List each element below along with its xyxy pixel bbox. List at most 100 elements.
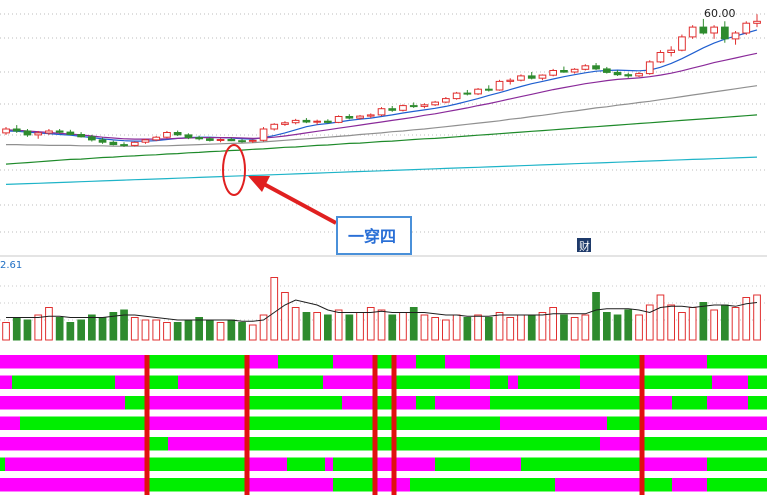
volume-bar bbox=[173, 322, 182, 341]
volume-bar bbox=[152, 319, 161, 341]
candle-body bbox=[656, 52, 665, 63]
price-level-label: 60.00 bbox=[704, 7, 736, 20]
candle-body bbox=[592, 65, 600, 70]
volume-bar bbox=[656, 294, 665, 341]
strip-segment bbox=[0, 396, 125, 410]
strip-segment bbox=[0, 457, 5, 471]
candle-body bbox=[45, 130, 53, 134]
strip-segment bbox=[435, 396, 490, 410]
candle-body bbox=[667, 49, 675, 54]
strip-segment bbox=[416, 355, 445, 369]
candle-body bbox=[88, 136, 96, 141]
strip-segment bbox=[0, 355, 145, 369]
strip-segment bbox=[325, 457, 333, 471]
candle-body bbox=[173, 132, 182, 136]
candle-body bbox=[495, 80, 504, 91]
signal-divider bbox=[391, 355, 397, 495]
strip-segment bbox=[470, 457, 521, 471]
signal-divider bbox=[372, 355, 378, 495]
strip-segment bbox=[672, 478, 707, 492]
strip-segment bbox=[249, 457, 287, 471]
volume-bar bbox=[710, 309, 718, 341]
candle-body bbox=[560, 70, 568, 73]
volume-bar bbox=[77, 319, 86, 341]
candle-body bbox=[409, 105, 418, 108]
candle-body bbox=[302, 119, 311, 123]
volume-bar bbox=[603, 312, 611, 341]
volume-bar bbox=[527, 314, 536, 341]
strip-segment bbox=[125, 396, 145, 410]
strip-segment bbox=[377, 375, 392, 389]
volume-bar bbox=[23, 319, 32, 341]
strip-segment bbox=[0, 437, 145, 451]
volume-bar bbox=[281, 292, 289, 341]
candle-body bbox=[66, 131, 75, 135]
candle-body bbox=[356, 115, 364, 119]
strip-segment bbox=[644, 396, 672, 410]
volume-bar bbox=[506, 317, 515, 341]
volume-bar bbox=[291, 307, 300, 341]
strip-segment bbox=[435, 457, 470, 471]
strip-segment bbox=[396, 355, 416, 369]
strip-segment bbox=[490, 396, 640, 410]
volume-bar bbox=[163, 322, 171, 341]
volume-bar bbox=[517, 314, 525, 341]
strip-segment bbox=[249, 478, 333, 492]
strip-segment bbox=[707, 478, 767, 492]
strip-segment bbox=[377, 396, 392, 410]
candle-body bbox=[120, 144, 128, 147]
candle-body bbox=[399, 105, 407, 111]
strip-segment bbox=[416, 396, 435, 410]
candle-body bbox=[12, 128, 21, 132]
volume-bar bbox=[238, 322, 246, 341]
candle-body bbox=[731, 32, 740, 40]
candle-body bbox=[227, 139, 236, 142]
strip-segment bbox=[333, 355, 373, 369]
strip-segment bbox=[518, 375, 580, 389]
strip-segment bbox=[707, 355, 767, 369]
volume-bar bbox=[699, 302, 708, 341]
volume-bar bbox=[184, 319, 193, 341]
candle-body bbox=[624, 74, 633, 77]
strip-segment bbox=[640, 355, 707, 369]
candle-body bbox=[645, 61, 654, 75]
strip-segment bbox=[249, 396, 342, 410]
candle-body bbox=[238, 140, 246, 143]
volume-bar bbox=[130, 317, 139, 341]
candle-body bbox=[517, 75, 525, 81]
strip-segment bbox=[410, 478, 555, 492]
candle-body bbox=[710, 26, 718, 34]
candle-body bbox=[388, 108, 397, 111]
signal-divider bbox=[244, 355, 250, 495]
strip-segment bbox=[323, 375, 373, 389]
volume-bar bbox=[474, 314, 482, 341]
volume-bar bbox=[12, 317, 21, 341]
candle-body bbox=[206, 138, 214, 141]
candle-body bbox=[248, 139, 257, 142]
strip-segment bbox=[640, 375, 712, 389]
volume-bar bbox=[538, 312, 547, 341]
volume-bar bbox=[442, 319, 450, 341]
candle-body bbox=[721, 26, 729, 40]
strip-segment bbox=[278, 355, 333, 369]
candle-body bbox=[152, 136, 161, 141]
volume-bar bbox=[88, 314, 96, 341]
strip-segment bbox=[707, 396, 748, 410]
volume-bar bbox=[98, 317, 107, 341]
strip-segment bbox=[712, 375, 748, 389]
volume-bar bbox=[55, 317, 64, 341]
candle-body bbox=[98, 139, 107, 143]
volume-bar bbox=[549, 307, 557, 341]
volume-bar bbox=[624, 309, 633, 341]
volume-bar bbox=[420, 314, 429, 341]
strip-segment bbox=[748, 375, 767, 389]
volume-bar bbox=[2, 322, 10, 341]
strip-segment bbox=[521, 457, 640, 471]
volume-bar bbox=[485, 317, 493, 341]
strip-segment bbox=[149, 416, 245, 430]
candle-body bbox=[581, 65, 590, 70]
volume-bar bbox=[195, 317, 204, 341]
volume-bar bbox=[495, 312, 504, 341]
volume-bar bbox=[592, 292, 600, 341]
strip-segment bbox=[0, 375, 12, 389]
